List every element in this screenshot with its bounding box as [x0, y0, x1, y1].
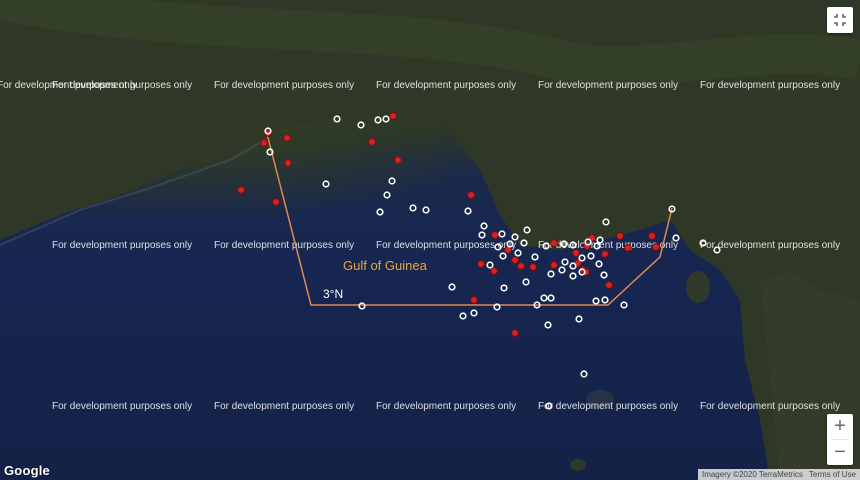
- red-marker[interactable]: [517, 262, 525, 270]
- white-marker[interactable]: [699, 239, 707, 247]
- white-marker[interactable]: [713, 246, 721, 254]
- white-marker[interactable]: [560, 240, 568, 248]
- red-marker[interactable]: [616, 232, 624, 240]
- zoom-in-button[interactable]: +: [827, 414, 853, 439]
- white-marker[interactable]: [575, 315, 583, 323]
- sea-name-label: Gulf of Guinea: [343, 258, 427, 273]
- red-marker[interactable]: [511, 329, 519, 337]
- white-marker[interactable]: [470, 309, 478, 317]
- red-marker[interactable]: [652, 243, 660, 251]
- red-marker[interactable]: [550, 261, 558, 269]
- white-marker[interactable]: [561, 258, 569, 266]
- white-marker[interactable]: [547, 294, 555, 302]
- white-marker[interactable]: [382, 115, 390, 123]
- fullscreen-exit-icon: [834, 14, 846, 26]
- zoom-out-button[interactable]: −: [827, 440, 853, 465]
- white-marker[interactable]: [486, 261, 494, 269]
- white-marker[interactable]: [478, 231, 486, 239]
- white-marker[interactable]: [540, 294, 548, 302]
- white-marker[interactable]: [592, 297, 600, 305]
- red-marker[interactable]: [491, 231, 499, 239]
- white-marker[interactable]: [531, 253, 539, 261]
- white-marker[interactable]: [558, 266, 566, 274]
- white-marker[interactable]: [542, 242, 550, 250]
- white-marker[interactable]: [545, 402, 553, 410]
- white-marker[interactable]: [580, 370, 588, 378]
- imagery-credit: Imagery ©2020 TerraMetrics: [701, 470, 803, 479]
- attribution-bar: Imagery ©2020 TerraMetrics Terms of Use: [697, 469, 860, 480]
- white-marker[interactable]: [569, 272, 577, 280]
- white-marker[interactable]: [374, 116, 382, 124]
- red-marker[interactable]: [601, 250, 609, 258]
- red-marker[interactable]: [284, 159, 292, 167]
- white-marker[interactable]: [409, 204, 417, 212]
- white-marker[interactable]: [523, 226, 531, 234]
- red-marker[interactable]: [572, 249, 580, 257]
- white-marker[interactable]: [499, 252, 507, 260]
- white-marker[interactable]: [544, 321, 552, 329]
- white-marker[interactable]: [602, 218, 610, 226]
- red-marker[interactable]: [504, 246, 512, 254]
- white-marker[interactable]: [569, 241, 577, 249]
- white-marker[interactable]: [547, 270, 555, 278]
- red-marker[interactable]: [394, 156, 402, 164]
- overlay-layer: [237, 112, 721, 410]
- red-marker[interactable]: [477, 260, 485, 268]
- white-marker[interactable]: [500, 284, 508, 292]
- white-marker[interactable]: [511, 233, 519, 241]
- boundary-line: [265, 129, 673, 306]
- white-marker[interactable]: [593, 242, 601, 250]
- red-marker[interactable]: [283, 134, 291, 142]
- google-logo: Google: [4, 463, 50, 478]
- red-marker[interactable]: [389, 112, 397, 120]
- red-marker[interactable]: [467, 191, 475, 199]
- white-marker[interactable]: [459, 312, 467, 320]
- white-marker[interactable]: [596, 236, 604, 244]
- zoom-control: + −: [827, 414, 853, 465]
- white-marker[interactable]: [672, 234, 680, 242]
- red-marker[interactable]: [470, 296, 478, 304]
- white-marker[interactable]: [520, 239, 528, 247]
- fullscreen-button[interactable]: [827, 7, 853, 33]
- white-marker[interactable]: [498, 230, 506, 238]
- red-marker[interactable]: [550, 239, 558, 247]
- white-marker[interactable]: [383, 191, 391, 199]
- red-marker[interactable]: [648, 232, 656, 240]
- white-marker[interactable]: [388, 177, 396, 185]
- white-marker[interactable]: [464, 207, 472, 215]
- white-marker[interactable]: [514, 249, 522, 257]
- white-marker[interactable]: [358, 302, 366, 310]
- red-marker[interactable]: [529, 263, 537, 271]
- white-marker[interactable]: [569, 262, 577, 270]
- white-marker[interactable]: [522, 278, 530, 286]
- red-marker[interactable]: [260, 139, 268, 147]
- white-marker[interactable]: [480, 222, 488, 230]
- red-marker[interactable]: [272, 198, 280, 206]
- white-marker[interactable]: [595, 260, 603, 268]
- red-marker[interactable]: [237, 186, 245, 194]
- white-marker[interactable]: [601, 296, 609, 304]
- red-marker[interactable]: [624, 244, 632, 252]
- white-marker[interactable]: [494, 243, 502, 251]
- red-marker[interactable]: [368, 138, 376, 146]
- white-marker[interactable]: [333, 115, 341, 123]
- white-marker[interactable]: [578, 254, 586, 262]
- white-marker[interactable]: [587, 252, 595, 260]
- white-marker[interactable]: [448, 283, 456, 291]
- red-marker[interactable]: [511, 256, 519, 264]
- white-marker[interactable]: [422, 206, 430, 214]
- parallel-label: 3°N: [323, 287, 344, 301]
- map-canvas[interactable]: For development purposes only For develo…: [0, 0, 860, 480]
- white-marker[interactable]: [357, 121, 365, 129]
- white-marker[interactable]: [376, 208, 384, 216]
- white-marker[interactable]: [600, 271, 608, 279]
- white-marker[interactable]: [506, 240, 514, 248]
- terms-link[interactable]: Terms of Use: [809, 470, 856, 479]
- red-marker[interactable]: [605, 281, 613, 289]
- white-marker[interactable]: [620, 301, 628, 309]
- white-marker[interactable]: [322, 180, 330, 188]
- red-marker[interactable]: [490, 267, 498, 275]
